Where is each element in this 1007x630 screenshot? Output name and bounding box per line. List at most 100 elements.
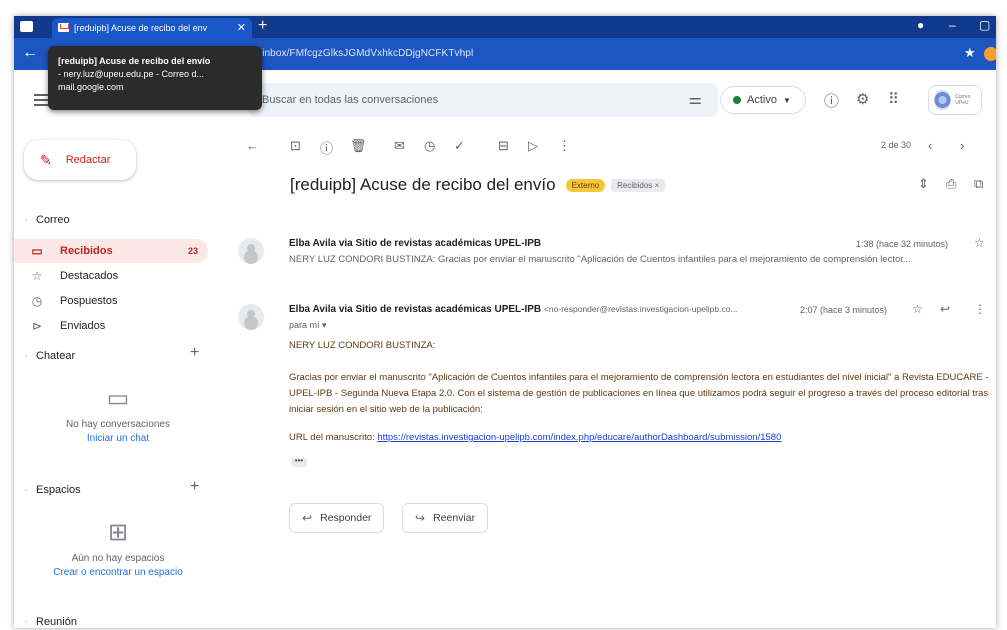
send-icon: ⊳ [31,319,43,333]
inbox-icon: ▭ [31,244,43,258]
meeting-section-title: Reunión [24,616,77,628]
label-icon[interactable]: ▷ [528,138,538,154]
restore-icon[interactable]: ▢ [979,18,990,32]
open-new-window-icon[interactable]: ⧉ [974,176,983,192]
tooltip-title: [reduipb] Acuse de recibo del envío [58,56,211,66]
external-badge: Externo [565,178,606,192]
account-org: Correo UPeU [955,94,971,106]
message-sender: Elba Avila via Sitio de revistas académi… [289,304,738,315]
message-time: 1:38 (hace 32 minutos) [856,239,949,249]
organization-logo-icon [934,90,952,110]
next-message-icon[interactable]: › [960,138,964,153]
chevron-down-icon: ▼ [782,95,791,105]
sidebar-item-label: Enviados [60,320,106,332]
message-body: Gracias por enviar el manuscrito "Aplica… [289,372,989,415]
recipient-toggle[interactable]: para mí ▾ [289,320,327,331]
message-snippet: NERY LUZ CONDORI BUSTINZA: Gracias por e… [289,254,911,265]
more-options-icon[interactable]: ⋮ [558,138,571,154]
delete-icon[interactable]: 🗑 [350,138,367,154]
expand-all-icon[interactable]: ⇕ [918,176,929,192]
print-icon[interactable]: ⎙ [946,176,956,192]
chat-empty-text: No hay conversaciones [66,419,170,430]
reply-button[interactable]: ↩ Responder [289,503,385,533]
minimize-icon[interactable]: – [949,18,956,32]
new-tab-button[interactable]: + [258,17,267,35]
sidebar-item-sent[interactable]: ⊳ Enviados [14,314,208,338]
sidebar-item-label: Pospuestos [60,295,118,307]
star-icon[interactable]: ☆ [912,302,923,316]
star-icon: ☆ [31,269,43,283]
url-label: URL del manuscrito: [289,432,375,443]
compose-button[interactable]: ✎ Redactar [24,140,136,180]
forward-button[interactable]: ↪ Reenviar [402,503,489,533]
pager-count: 2 de 30 [881,140,912,150]
show-trimmed-content-button[interactable]: ••• [291,457,307,467]
spaces-grid-icon: ⊞ [107,519,129,546]
more-options-icon[interactable]: ⋮ [974,302,986,316]
bookmark-star-icon[interactable]: ★ [964,45,976,61]
sidebar-item-inbox[interactable]: ▭ Recibidos 23 [14,239,208,263]
inbox-label-chip[interactable]: Recibidos × [611,178,666,192]
message-view: ← ⊡ ⓘ 🗑 ✉ ◷ ✓ ⊟ ▷ ⋮ 2 de 30 ‹ › [reduipb… [222,128,996,628]
apps-grid-icon[interactable]: ⠿ [888,90,899,108]
mark-unread-icon[interactable]: ✉ [394,138,405,154]
chat-bubble-icon: ▭ [106,385,130,412]
snooze-icon[interactable]: ◷ [424,138,435,154]
url-field[interactable]: 1/#inbox/FMfcgzGlksJGMdVxhkcDDjgNCFKTvhp… [248,48,473,59]
browser-tab[interactable]: [reduipb] Acuse de recibo del env ✕ [52,18,252,38]
gmail-favicon-icon [58,23,69,32]
status-dot-icon [733,96,741,104]
sidebar-item-snoozed[interactable]: ◷ Pospuestos [14,289,208,313]
profile-dot-icon[interactable]: ● [917,18,924,32]
pencil-icon: ✎ [40,151,52,168]
previous-message-icon[interactable]: ‹ [928,138,932,153]
back-arrow-icon[interactable]: ← [22,44,38,62]
browser-tab-bar: [reduipb] Acuse de recibo del env ✕ + ● … [14,16,996,38]
archive-icon[interactable]: ⊡ [290,138,301,154]
search-input[interactable]: Buscar en todas las conversaciones [262,94,438,106]
search-bar[interactable]: Buscar en todas las conversaciones ⚌ [248,83,718,117]
search-options-icon[interactable]: ⚌ [689,90,702,108]
forward-icon: ↪ [415,511,426,525]
chat-empty-state: ▭ No hay conversaciones Iniciar un chat [14,384,222,444]
spaces-empty-state: ⊞ Aún no hay espacios Crear o encontrar … [14,518,222,578]
clock-icon: ◷ [31,294,43,308]
back-to-inbox-icon[interactable]: ← [246,138,259,153]
compose-label: Redactar [65,154,111,166]
star-icon[interactable]: ☆ [974,236,985,250]
chat-section-title: Chatear [24,350,75,362]
sidebar-item-label: Recibidos [60,245,113,257]
status-selector[interactable]: Activo ▼ [720,86,806,114]
reply-icon: ↩ [302,511,313,525]
status-label: Activo [747,94,777,106]
tab-tooltip: [reduipb] Acuse de recibo del envío - ne… [48,46,262,110]
message-toolbar: ← ⊡ ⓘ 🗑 ✉ ◷ ✓ ⊟ ▷ ⋮ 2 de 30 ‹ › [222,128,996,162]
report-spam-icon[interactable]: ⓘ [320,138,333,157]
reply-icon[interactable]: ↩ [940,302,950,316]
tab-title: [reduipb] Acuse de recibo del env [74,23,208,33]
mail-section-title: Correo [24,214,69,226]
help-icon[interactable]: ⓘ [824,90,839,111]
sidebar-item-starred[interactable]: ☆ Destacados [14,264,208,288]
message-subject: [reduipb] Acuse de recibo del envío Exte… [290,175,666,195]
add-task-icon[interactable]: ✓ [454,138,465,154]
move-to-icon[interactable]: ⊟ [498,138,509,154]
unread-count: 23 [187,246,198,256]
reply-label: Responder [320,512,372,524]
subject-text: [reduipb] Acuse de recibo del envío [290,175,556,194]
tooltip-subtitle: - nery.luz@upeu.edu.pe - Correo d... [58,69,205,79]
add-chat-icon[interactable]: + [190,344,199,362]
extension-icon[interactable] [984,47,996,61]
add-space-icon[interactable]: + [190,478,199,496]
message-greeting: NERY LUZ CONDORI BUSTINZA: [289,340,436,351]
message-sender: Elba Avila via Sitio de revistas académi… [289,238,542,249]
start-chat-link[interactable]: Iniciar un chat [14,433,222,444]
spaces-empty-text: Aún no hay espacios [71,553,165,564]
gmail-app-icon [20,21,33,32]
close-tab-icon[interactable]: ✕ [237,21,246,34]
settings-gear-icon[interactable]: ⚙ [856,90,869,108]
manuscript-link[interactable]: https://revistas.investigacion-upelipb.c… [377,432,781,443]
sender-name: Elba Avila via Sitio de revistas académi… [289,304,542,315]
account-button[interactable]: Correo UPeU [928,85,982,115]
create-space-link[interactable]: Crear o encontrar un espacio [14,567,222,578]
